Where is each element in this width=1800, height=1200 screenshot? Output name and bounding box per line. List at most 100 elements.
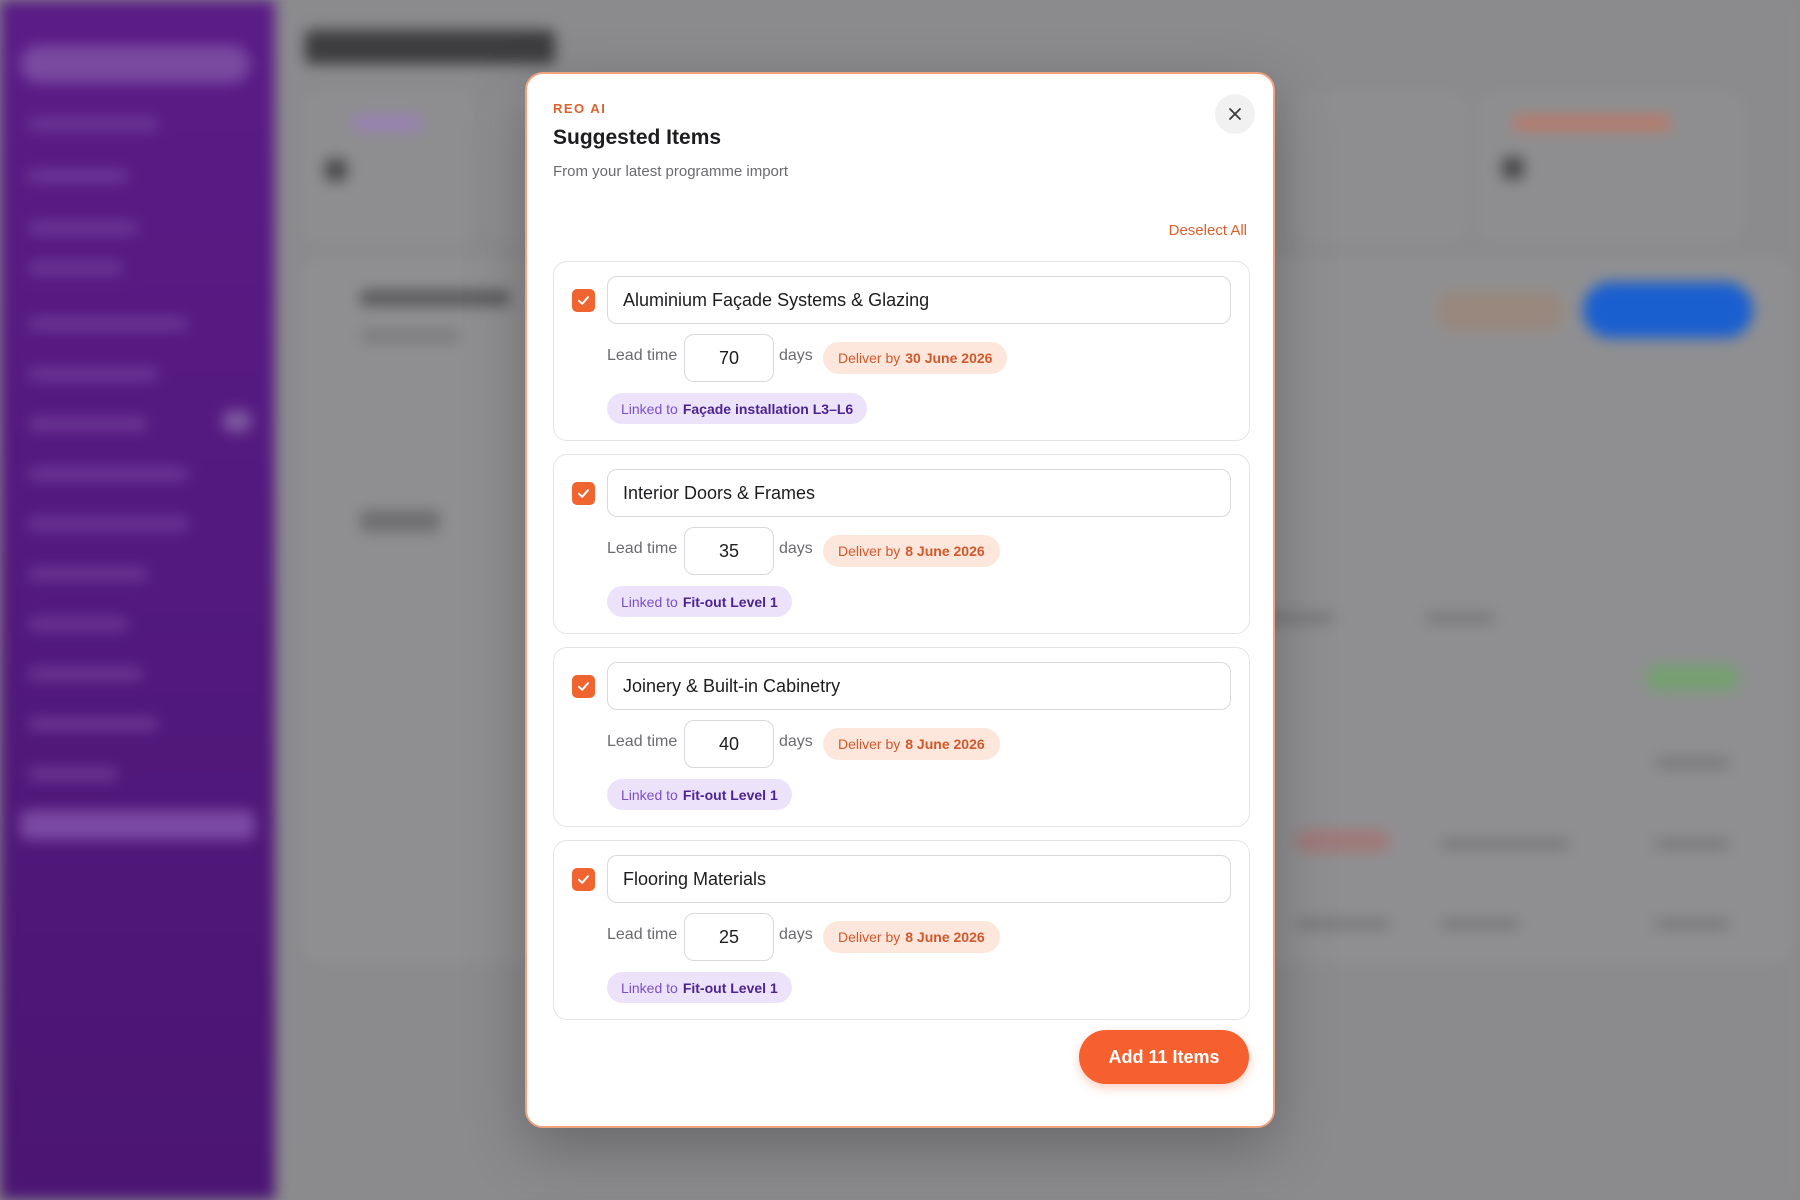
background-primary-button (1583, 282, 1753, 338)
suggested-item-card: Lead time days Deliver by 30 June 2026 L… (553, 261, 1250, 441)
linked-to-badge: Linked to Fit-out Level 1 (607, 586, 792, 617)
item-checkbox[interactable] (572, 482, 595, 505)
linked-task: Fit-out Level 1 (682, 593, 778, 610)
background-row (1295, 918, 1390, 930)
linked-to-prefix: Linked to (621, 786, 678, 803)
background-row (1440, 838, 1570, 850)
item-checkbox[interactable] (572, 868, 595, 891)
deliver-by-date: 8 June 2026 (905, 736, 985, 752)
days-label: days (779, 733, 813, 750)
linked-to-prefix: Linked to (621, 593, 678, 610)
lead-time-label: Lead time (607, 540, 678, 557)
lead-time-label: Lead time (607, 347, 678, 364)
linked-to-prefix: Linked to (621, 979, 678, 996)
background-sidebar-active-item (20, 810, 255, 840)
deliver-by-date: 30 June 2026 (905, 350, 993, 366)
background-section-title (360, 290, 510, 306)
item-name-input[interactable] (607, 855, 1231, 903)
lead-time-input[interactable] (684, 334, 774, 382)
checkmark-icon (578, 875, 589, 884)
background-sidebar-item (28, 222, 138, 234)
background-row (1655, 757, 1730, 769)
background-sidebar-item (28, 568, 148, 580)
deliver-by-badge: Deliver by 30 June 2026 (823, 342, 1008, 374)
background-sidebar-item (28, 718, 158, 730)
background-stat-card (1295, 95, 1465, 240)
linked-task: Façade installation L3–L6 (682, 400, 854, 417)
background-status-badge (1645, 665, 1740, 691)
deliver-by-badge: Deliver by 8 June 2026 (823, 535, 1000, 567)
item-name-input[interactable] (607, 662, 1231, 710)
background-row (1655, 838, 1730, 850)
background-sidebar-item (28, 418, 148, 430)
checkmark-icon (578, 489, 589, 498)
background-card-icon (325, 159, 347, 181)
background-row (1425, 612, 1495, 624)
item-checkbox[interactable] (572, 675, 595, 698)
background-sidebar-item (28, 118, 158, 130)
background-stat-card (305, 95, 475, 240)
deliver-by-prefix: Deliver by (838, 929, 901, 945)
item-name-input[interactable] (607, 469, 1231, 517)
background-sidebar-item (28, 170, 128, 182)
background-sidebar-item (28, 318, 188, 330)
background-sidebar-item (28, 518, 188, 530)
background-sidebar-search (20, 45, 250, 83)
background-card-pill (352, 115, 422, 131)
days-label: days (779, 347, 813, 364)
linked-to-prefix: Linked to (621, 400, 678, 417)
lead-time-input[interactable] (684, 913, 774, 961)
background-row (1440, 918, 1520, 930)
deliver-by-prefix: Deliver by (838, 543, 901, 559)
checkmark-icon (578, 682, 589, 691)
lead-time-label: Lead time (607, 733, 678, 750)
linked-to-badge: Linked to Façade installation L3–L6 (607, 393, 868, 424)
background-secondary-button (1435, 290, 1565, 332)
suggested-item-card: Lead time days Deliver by 8 June 2026 Li… (553, 840, 1250, 1020)
modal-title: Suggested Items (553, 126, 722, 149)
modal-footer: Add 11 Items (527, 1026, 1273, 1126)
deliver-by-date: 8 June 2026 (905, 543, 985, 559)
modal-subtitle: From your latest programme import (553, 163, 789, 180)
days-label: days (779, 540, 813, 557)
background-sidebar-item (28, 468, 188, 480)
deliver-by-prefix: Deliver by (838, 736, 901, 752)
checkmark-icon (578, 296, 589, 305)
deliver-by-badge: Deliver by 8 June 2026 (823, 728, 1000, 760)
background-sidebar (0, 0, 275, 1200)
suggested-items-list[interactable]: Lead time days Deliver by 30 June 2026 L… (553, 261, 1250, 1031)
background-row (1655, 918, 1730, 930)
deliver-by-badge: Deliver by 8 June 2026 (823, 921, 1000, 953)
background-status-badge (1295, 830, 1390, 852)
deliver-by-prefix: Deliver by (838, 350, 901, 366)
background-stat-card (1480, 95, 1740, 240)
background-row (360, 510, 440, 532)
linked-to-badge: Linked to Fit-out Level 1 (607, 972, 792, 1003)
linked-task: Fit-out Level 1 (682, 979, 778, 996)
item-checkbox[interactable] (572, 289, 595, 312)
close-icon (1229, 108, 1241, 120)
background-sidebar-item (28, 618, 128, 630)
lead-time-input[interactable] (684, 720, 774, 768)
background-sidebar-item (28, 668, 143, 680)
background-sidebar-item (28, 262, 123, 274)
background-row (360, 330, 460, 342)
suggested-item-card: Lead time days Deliver by 8 June 2026 Li… (553, 454, 1250, 634)
item-name-input[interactable] (607, 276, 1231, 324)
background-page-title (305, 30, 555, 64)
linked-task: Fit-out Level 1 (682, 786, 778, 803)
background-sidebar-badge (222, 410, 252, 432)
deselect-all-link[interactable]: Deselect All (1169, 222, 1247, 239)
add-items-button[interactable]: Add 11 Items (1079, 1030, 1249, 1084)
lead-time-input[interactable] (684, 527, 774, 575)
background-sidebar-item (28, 368, 158, 380)
lead-time-label: Lead time (607, 926, 678, 943)
linked-to-badge: Linked to Fit-out Level 1 (607, 779, 792, 810)
background-card-icon (1502, 157, 1524, 179)
days-label: days (779, 926, 813, 943)
close-button[interactable] (1215, 94, 1255, 134)
suggested-items-modal: REO AI Suggested Items From your latest … (525, 72, 1275, 1128)
modal-eyebrow: REO AI (553, 101, 607, 116)
background-sidebar-item (28, 768, 118, 780)
suggested-item-card: Lead time days Deliver by 8 June 2026 Li… (553, 647, 1250, 827)
